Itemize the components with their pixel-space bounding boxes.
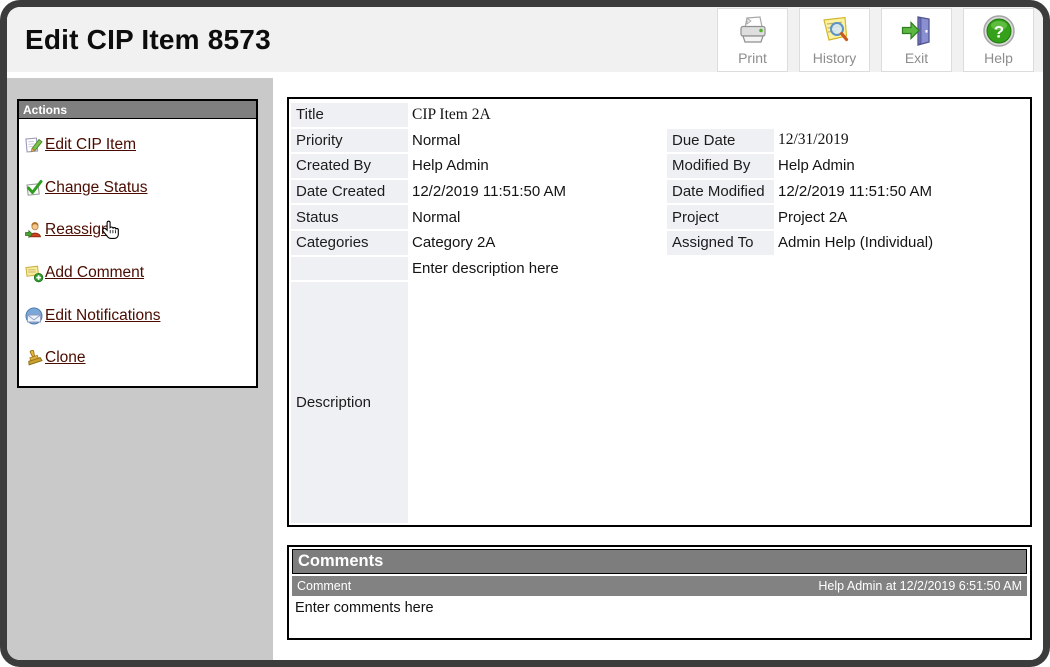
cip-item-details-panel: Title CIP Item 2A Priority Normal Due Da…	[287, 97, 1032, 527]
action-clone[interactable]: Clone	[19, 337, 256, 380]
field-label-status: Status	[291, 205, 408, 229]
clone-icon	[28, 350, 43, 366]
sidebar: Actions Edit CIP Item Change Status Reas…	[7, 78, 273, 660]
print-icon	[739, 16, 766, 43]
field-label-spacer	[291, 256, 408, 281]
action-change-status[interactable]: Change Status	[19, 167, 256, 210]
field-value-project: Project 2A	[778, 208, 848, 226]
main-content: Title CIP Item 2A Priority Normal Due Da…	[273, 78, 1043, 660]
field-label-description: Description	[291, 282, 408, 523]
history-icon	[822, 16, 848, 42]
exit-icon	[901, 16, 930, 46]
toolbar: Print History Exit ? Help	[717, 8, 1034, 72]
history-button-label: History	[812, 50, 857, 66]
field-label-modified-by: Modified By	[667, 154, 774, 178]
field-value-created-by: Help Admin	[412, 157, 489, 175]
field-value-status: Normal	[412, 208, 461, 226]
clone-link[interactable]: Clone	[45, 349, 86, 367]
edit-notifications-icon	[25, 307, 43, 325]
action-edit-cip-item[interactable]: Edit CIP Item	[19, 124, 256, 167]
help-button[interactable]: ? Help	[963, 8, 1034, 72]
field-label-assigned-to: Assigned To	[667, 230, 774, 255]
help-icon: ?	[982, 15, 1015, 47]
field-label-due-date: Due Date	[667, 128, 774, 153]
field-value-priority: Normal	[412, 131, 461, 149]
svg-text:?: ?	[993, 23, 1003, 42]
field-label-date-created: Date Created	[291, 179, 408, 204]
comments-panel: Comments Comment Help Admin at 12/2/2019…	[287, 545, 1032, 640]
reassign-icon	[25, 222, 41, 239]
add-comment-link[interactable]: Add Comment	[45, 264, 144, 282]
window-body: Edit CIP Item 8573 Print History Exit ? …	[7, 7, 1043, 660]
field-label-created-by: Created By	[291, 154, 408, 178]
field-value-assigned-to: Admin Help (Individual)	[778, 234, 934, 252]
comment-column-label: Comment	[297, 579, 352, 593]
field-value-modified-by: Help Admin	[778, 157, 855, 175]
description-field[interactable]: Enter description here	[408, 257, 1028, 281]
comments-panel-header: Comments	[292, 549, 1027, 574]
field-value-title: CIP Item 2A	[412, 105, 491, 123]
comment-meta: Help Admin at 12/2/2019 6:51:50 AM	[818, 579, 1022, 593]
add-comment-icon	[25, 265, 44, 283]
field-value-date-created: 12/2/2019 11:51:50 AM	[412, 183, 567, 201]
actions-list: Edit CIP Item Change Status Reassign Add…	[19, 119, 256, 380]
action-edit-notifications[interactable]: Edit Notifications	[19, 294, 256, 337]
field-value-due-date: 12/31/2019	[778, 131, 849, 149]
field-label-priority: Priority	[291, 128, 408, 153]
history-button[interactable]: History	[799, 8, 870, 72]
help-button-label: Help	[984, 50, 1013, 66]
actions-panel-header: Actions	[19, 101, 256, 119]
edit-cip-item-link[interactable]: Edit CIP Item	[45, 136, 136, 154]
print-button-label: Print	[738, 50, 767, 66]
exit-button[interactable]: Exit	[881, 8, 952, 72]
change-status-link[interactable]: Change Status	[45, 179, 148, 197]
print-button[interactable]: Print	[717, 8, 788, 72]
hand-cursor-icon	[102, 220, 119, 240]
edit-notifications-link[interactable]: Edit Notifications	[45, 307, 160, 325]
comment-row-header: Comment Help Admin at 12/2/2019 6:51:50 …	[292, 576, 1027, 596]
page-header: Edit CIP Item 8573 Print History Exit ? …	[7, 7, 1043, 72]
field-label-date-modified: Date Modified	[667, 179, 774, 204]
action-add-comment[interactable]: Add Comment	[19, 252, 256, 295]
action-reassign[interactable]: Reassign	[19, 209, 256, 252]
edit-cip-item-icon	[25, 137, 43, 153]
reassign-link[interactable]: Reassign	[45, 221, 110, 239]
field-label-categories: Categories	[291, 230, 408, 255]
field-label-title: Title	[291, 103, 408, 127]
field-value-categories: Category 2A	[412, 234, 496, 252]
window-frame: Edit CIP Item 8573 Print History Exit ? …	[0, 0, 1050, 667]
comment-input[interactable]: Enter comments here	[291, 596, 1028, 620]
field-label-project: Project	[667, 205, 774, 229]
field-value-date-modified: 12/2/2019 11:51:50 AM	[778, 183, 933, 201]
exit-button-label: Exit	[904, 50, 929, 66]
page-title: Edit CIP Item 8573	[25, 23, 271, 55]
change-status-icon	[26, 179, 43, 196]
actions-panel: Actions Edit CIP Item Change Status Reas…	[17, 99, 258, 388]
